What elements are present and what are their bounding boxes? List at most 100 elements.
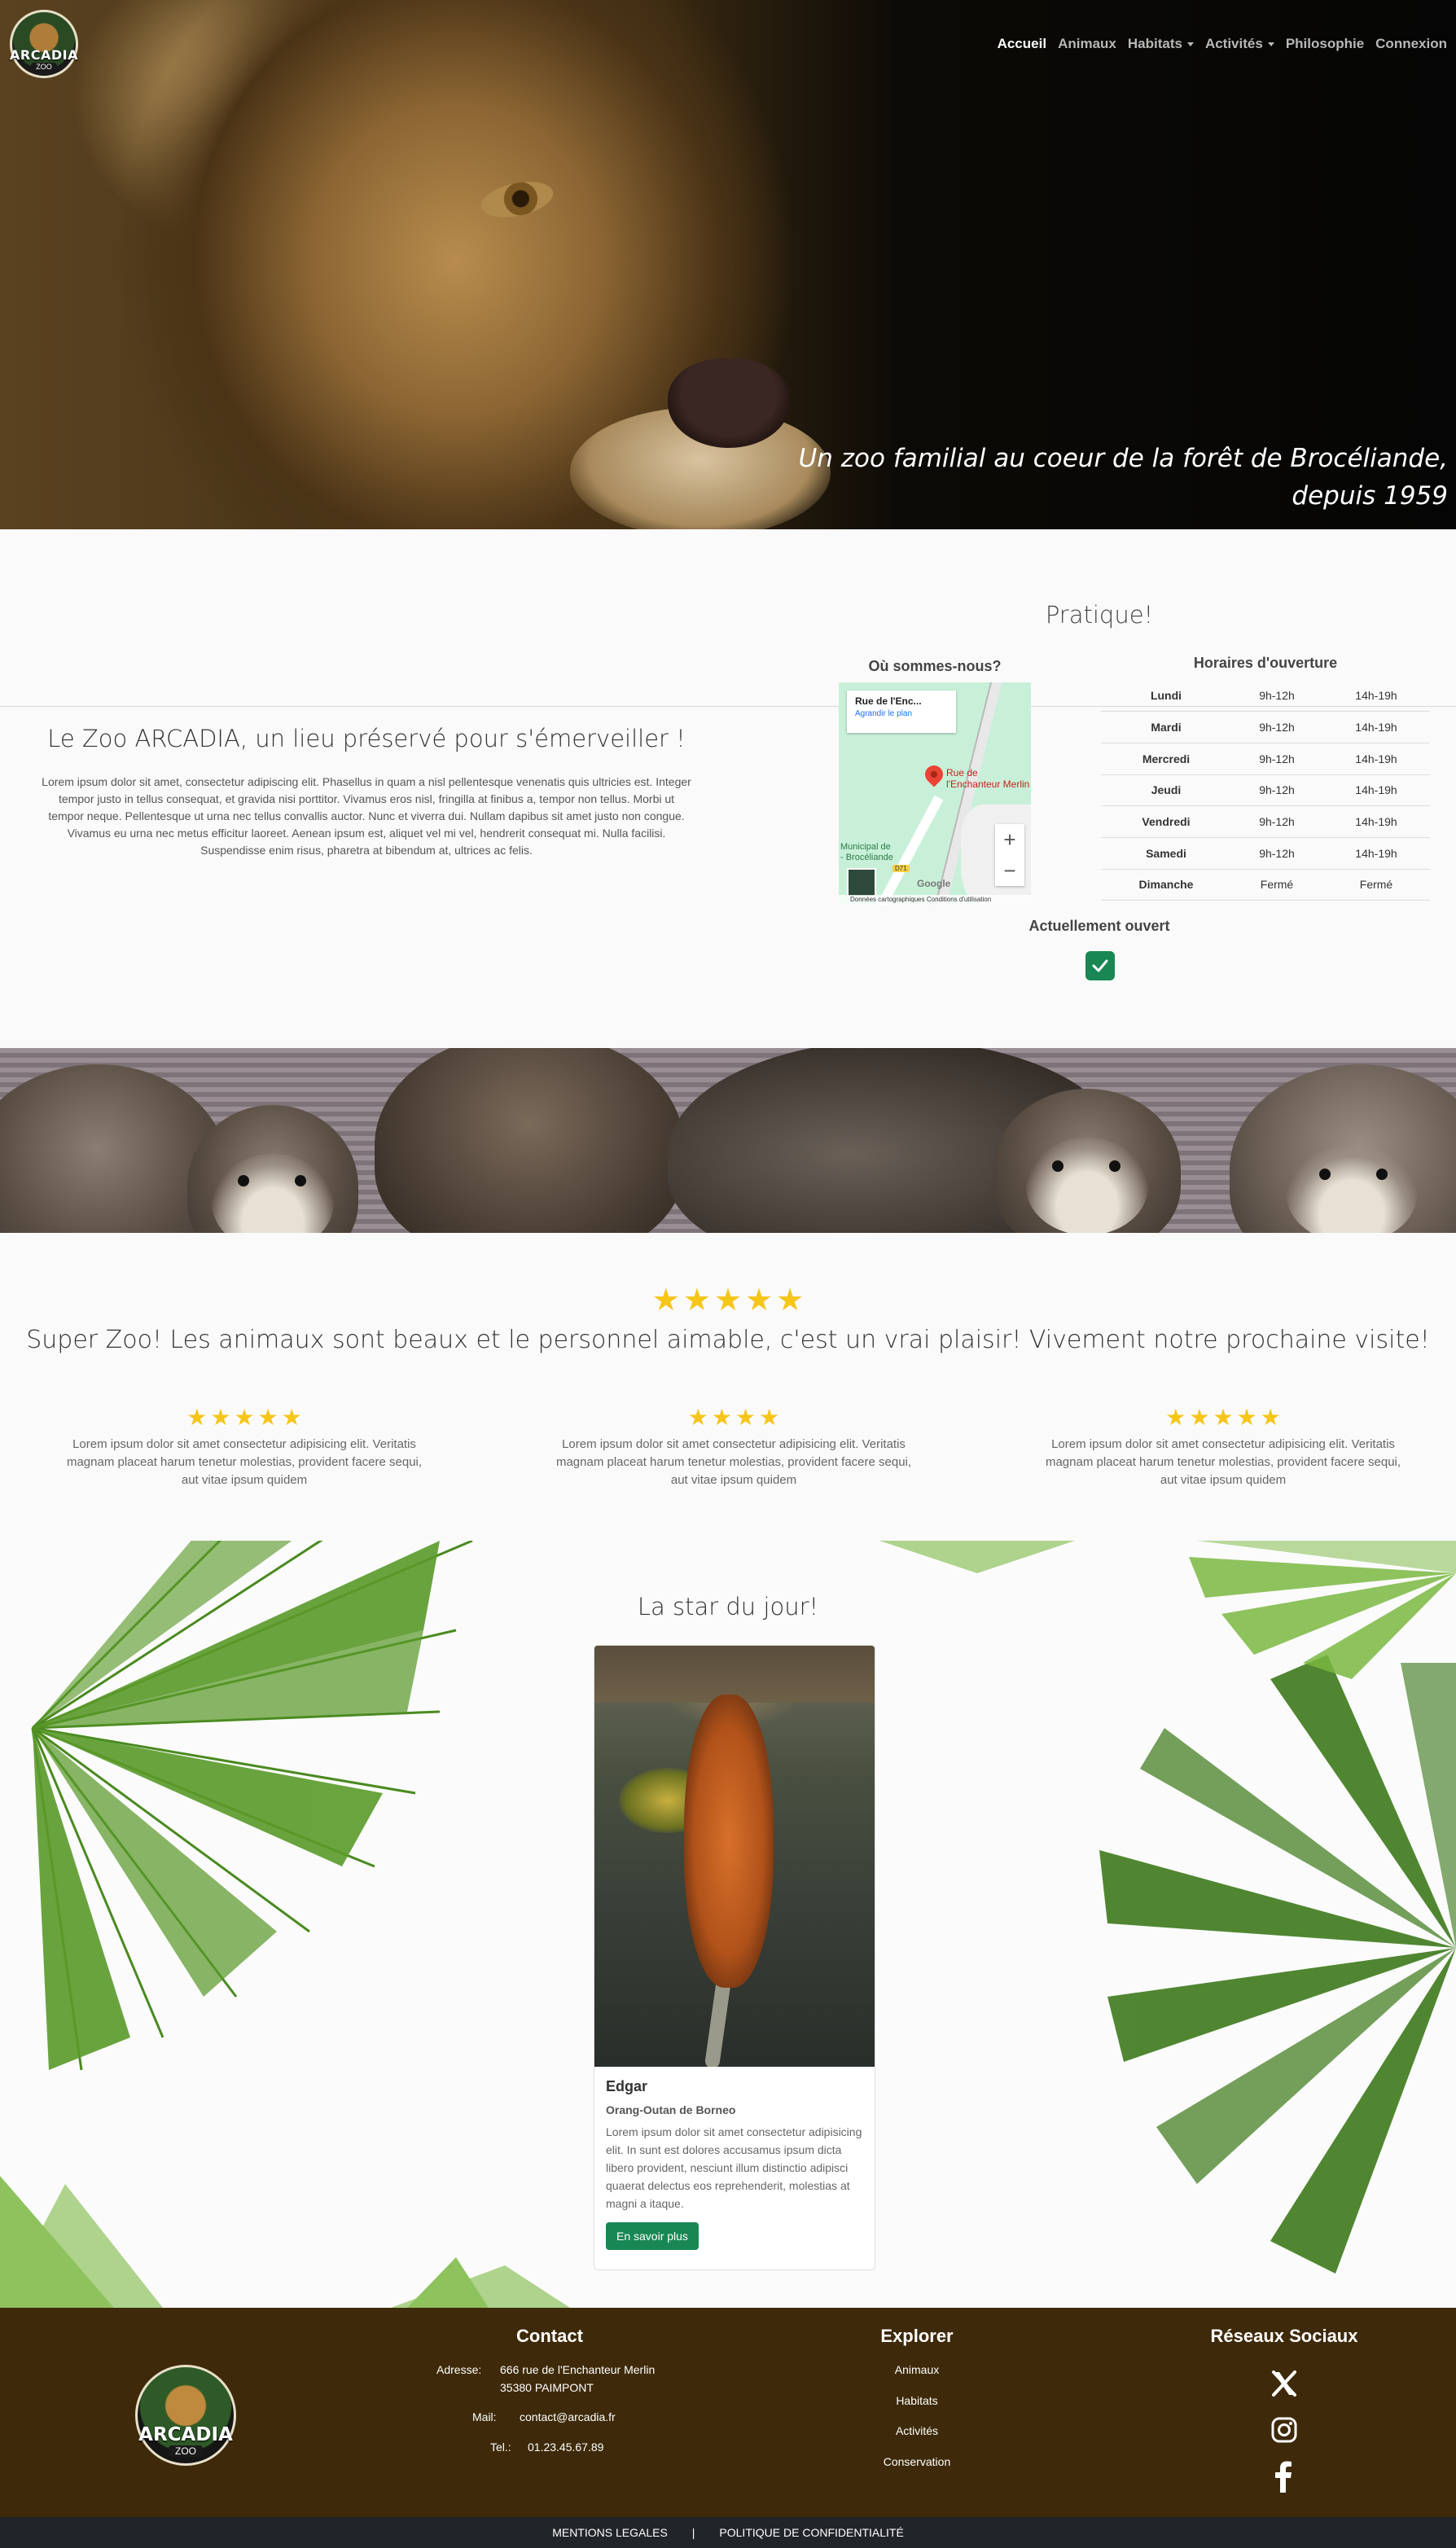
star-icon: ★ xyxy=(682,1283,711,1318)
pratique-title: Pratique! xyxy=(1045,601,1154,629)
map-pin-icon[interactable] xyxy=(921,761,947,787)
instagram-icon[interactable] xyxy=(1268,2414,1300,2446)
hours-day: Lundi xyxy=(1101,680,1231,713)
hours-morning-hours: 9h-12h xyxy=(1231,805,1322,838)
map-place-name: Rue de l'Enc... xyxy=(855,695,922,707)
hours-day: Vendredi xyxy=(1101,805,1231,838)
otters-banner xyxy=(0,1048,1456,1233)
review-rating: ★ ★ ★ ★ xyxy=(546,1406,921,1429)
map-footer[interactable]: Données cartographiques Conditions d'uti… xyxy=(839,895,1031,905)
hours-afternoon-hours: 14h-19h xyxy=(1322,711,1430,743)
otter xyxy=(1230,1064,1456,1233)
location-map[interactable]: Rue de l'Enc... Agrandir le plan Rue de … xyxy=(839,682,1031,905)
hours-row: Mardi 9h-12h 14h-19h xyxy=(1101,711,1430,743)
bottom-bar: MENTIONS LEGALES | POLITIQUE DE CONFIDEN… xyxy=(0,2517,1456,2548)
check-icon xyxy=(1092,959,1108,972)
privacy-link[interactable]: POLITIQUE DE CONFIDENTIALITÉ xyxy=(719,2526,903,2539)
hero-banner: ARCADIA ZOO Accueil Animaux Habitats Act… xyxy=(0,0,1456,529)
animal-name: Edgar xyxy=(606,2078,648,2094)
star-icon: ★ xyxy=(1236,1405,1257,1430)
footer-logo[interactable]: ARCADIA ZOO xyxy=(135,2365,236,2466)
hours-day: Mardi xyxy=(1101,711,1231,743)
site-logo[interactable]: ARCADIA ZOO xyxy=(10,10,78,78)
main-nav: Accueil Animaux Habitats Activités Philo… xyxy=(992,33,1453,55)
zoom-out-button[interactable]: − xyxy=(1003,858,1015,884)
footer-link-habitats[interactable]: Habitats xyxy=(835,2394,998,2407)
map-layer-toggle[interactable] xyxy=(847,868,876,897)
mail-label: Mail: xyxy=(472,2410,497,2423)
star-icon: ★ xyxy=(745,1283,774,1318)
footer-explore-title: Explorer xyxy=(880,2326,954,2346)
otter-eye xyxy=(1319,1169,1331,1180)
hours-afternoon-hours: 14h-19h xyxy=(1322,805,1430,838)
nav-connexion[interactable]: Connexion xyxy=(1370,33,1453,55)
address-label: Adresse: xyxy=(436,2363,482,2376)
hours-row: Mercredi 9h-12h 14h-19h xyxy=(1101,743,1430,775)
zoom-in-button[interactable]: + xyxy=(1003,827,1015,853)
nav-label: Philosophie xyxy=(1285,36,1365,51)
logo-sub: ZOO xyxy=(31,63,57,71)
map-pin-label-line: l'Enchanteur Merlin xyxy=(946,778,1030,790)
review-text: Lorem ipsum dolor sit amet consectetur a… xyxy=(66,1437,423,1487)
hero-tagline: Un zoo familial au coeur de la forêt de … xyxy=(799,440,1448,515)
hours-row: Samedi 9h-12h 14h-19h xyxy=(1101,837,1430,870)
hours-row: Dimanche Fermé Fermé xyxy=(1101,869,1430,901)
hours-day: Jeudi xyxy=(1101,774,1231,807)
animal-card: Edgar Orang-Outan de Borneo Lorem ipsum … xyxy=(594,1645,875,2270)
hours-morning-hours: 9h-12h xyxy=(1231,837,1322,870)
hours-row: Lundi 9h-12h 14h-19h xyxy=(1101,680,1430,713)
map-zoom-control: + − xyxy=(995,824,1024,886)
hero-tagline-line1: Un zoo familial au coeur de la forêt de … xyxy=(798,444,1448,473)
map-pin-label-line: Rue de xyxy=(946,767,978,778)
star-icon: ★ xyxy=(234,1405,255,1430)
mail-link[interactable]: contact@arcadia.fr xyxy=(520,2410,616,2423)
map-road-badge: D71 xyxy=(892,865,910,872)
google-logo: Google xyxy=(917,878,951,889)
star-icon: ★ xyxy=(1189,1405,1210,1430)
map-municipality-label: Municipal de - Brocéliande xyxy=(840,842,893,863)
featured-rating: ★ ★ ★ ★ ★ xyxy=(647,1285,809,1316)
review-card: ★ ★ ★ ★ ★ Lorem ipsum dolor sit amet consect… xyxy=(57,1406,432,1489)
hours-morning-hours: 9h-12h xyxy=(1231,774,1322,807)
x-icon[interactable] xyxy=(1268,2367,1300,2400)
legal-link[interactable]: MENTIONS LEGALES xyxy=(552,2526,668,2539)
learn-more-button[interactable]: En savoir plus xyxy=(606,2222,699,2250)
otter-eye xyxy=(238,1175,249,1186)
nav-habitats[interactable]: Habitats xyxy=(1122,33,1199,55)
hours-day: Mercredi xyxy=(1101,743,1231,775)
star-icon: ★ xyxy=(186,1405,208,1430)
hours-title: Horaires d'ouverture xyxy=(1193,655,1338,671)
facebook-icon[interactable] xyxy=(1268,2460,1300,2493)
open-status-checkbox[interactable] xyxy=(1085,951,1115,980)
footer-link-animaux[interactable]: Animaux xyxy=(835,2363,998,2376)
hours-afternoon-hours: 14h-19h xyxy=(1322,837,1430,870)
otter-face xyxy=(212,1154,334,1233)
otter-eye xyxy=(295,1175,306,1186)
footer-link-conservation[interactable]: Conservation xyxy=(835,2455,998,2468)
star-of-day-title: La star du jour! xyxy=(637,1593,819,1620)
otter xyxy=(375,1048,684,1233)
logo-text: ARCADIA xyxy=(138,2424,233,2445)
map-enlarge-link[interactable]: Agrandir le plan xyxy=(855,709,948,718)
nav-philosophie[interactable]: Philosophie xyxy=(1280,33,1370,55)
footer-contact-title: Contact xyxy=(516,2326,583,2346)
nav-accueil[interactable]: Accueil xyxy=(992,33,1052,55)
hours-morning-hours: 9h-12h xyxy=(1231,680,1322,713)
tel-label: Tel.: xyxy=(490,2441,511,2454)
animal-species: Orang-Outan de Borneo xyxy=(606,2103,736,2116)
review-text: Lorem ipsum dolor sit amet consectetur a… xyxy=(555,1437,912,1487)
separator: | xyxy=(691,2526,695,2539)
nav-animaux[interactable]: Animaux xyxy=(1052,33,1122,55)
address-line2: 35380 PAIMPONT xyxy=(500,2381,594,2394)
hero-tagline-line2: depuis 1959 xyxy=(1292,481,1448,511)
nav-label: Accueil xyxy=(997,36,1047,51)
footer-link-activites[interactable]: Activités xyxy=(835,2424,998,2437)
animal-photo xyxy=(594,1646,875,2067)
star-icon: ★ xyxy=(776,1283,805,1318)
chevron-down-icon xyxy=(1267,42,1274,47)
logo-text: ARCADIA xyxy=(10,47,78,63)
star-icon: ★ xyxy=(281,1405,302,1430)
nav-activites[interactable]: Activités xyxy=(1199,33,1280,55)
review-rating: ★ ★ ★ ★ ★ xyxy=(57,1406,432,1429)
animal-description: Lorem ipsum dolor sit amet consectetur a… xyxy=(606,2125,862,2210)
